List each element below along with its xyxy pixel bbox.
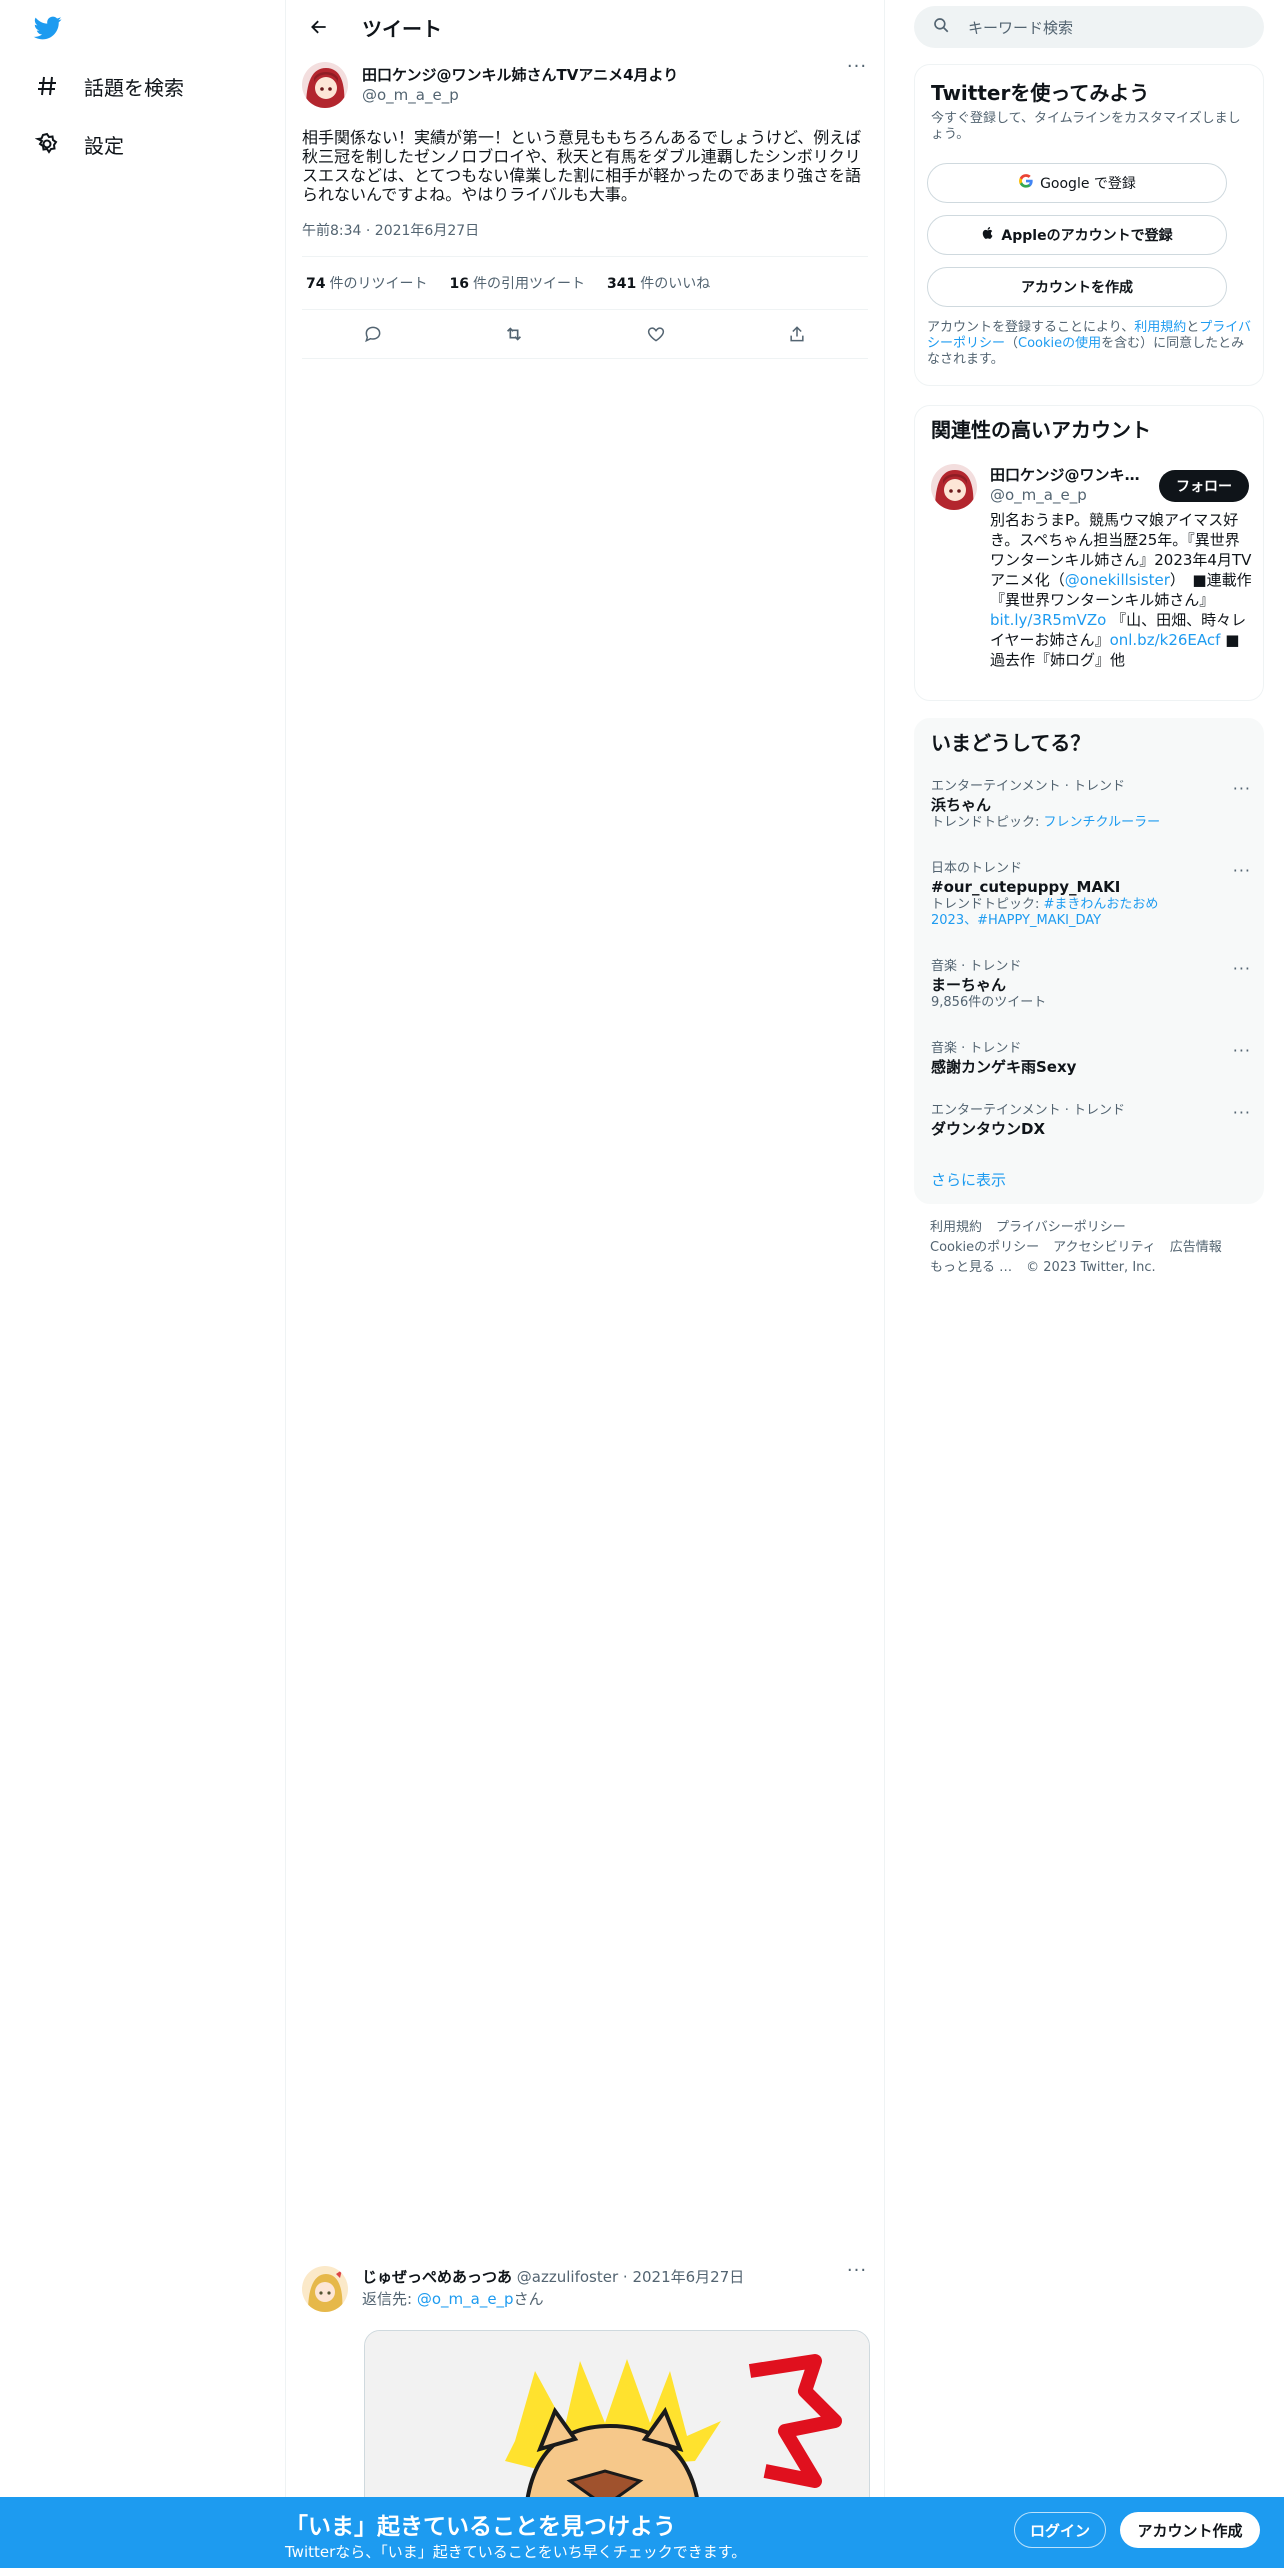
footer-link[interactable]: プライバシーポリシー [996,1220,1126,1235]
follow-button[interactable]: フォロー [1159,470,1249,502]
apple-icon [981,225,995,245]
signup-button[interactable]: アカウント作成 [1120,2512,1260,2548]
trend-item[interactable]: エンターテインメント · トレンド 浜ちゃん トレンドトピック: フレンチクルー… [931,779,1251,831]
bio-link[interactable]: bit.ly/3R5mVZo [990,611,1106,629]
nav-explore[interactable]: 話題を検索 [34,66,184,106]
more-options-icon[interactable]: ··· [1233,861,1251,880]
search-input[interactable]: キーワード検索 [914,6,1264,48]
more-options-icon[interactable]: ··· [1233,959,1251,978]
nav-settings-label: 設定 [84,133,124,158]
main-tweet: 田口ケンジ@ワンキル姉さんTVアニメ4月より @o_m_a_e_p ··· 相手… [286,58,884,359]
related-title: 関連性の高いアカウント [931,418,1151,442]
reply-author-name[interactable]: じゅぜっぺめあっつあ [362,2268,512,2286]
tweet-text: 相手関係ない！実績が第一！という意見ももちろんあるでしょうけど、例えば秋三冠を制… [302,128,862,204]
retweet-count[interactable]: 74 件のリツイート [306,273,427,293]
footer-link[interactable]: もっと見る … [930,1260,1012,1275]
like-count[interactable]: 341 件のいいね [607,273,710,293]
divider [302,358,868,359]
google-signup-label: Google で登録 [1040,176,1136,192]
related-account-name[interactable]: 田口ケンジ@ワンキル姉さんTVアニメ4月より [990,464,1140,485]
like-icon[interactable] [639,317,673,351]
google-icon [1018,173,1034,193]
author-name[interactable]: 田口ケンジ@ワンキル姉さんTVアニメ4月より [362,65,846,85]
quote-count[interactable]: 16 件の引用ツイート [449,273,584,293]
more-options-icon[interactable]: ··· [846,58,868,82]
footer-link[interactable]: Cookieのポリシー [930,1240,1039,1255]
apple-signup-button[interactable]: Appleのアカウントで登録 [927,215,1227,255]
reply-to-suffix: さん [513,2290,544,2308]
related-account-bio: 別名おうまP。競馬ウマ娘アイマス好き。スペちゃん担当歴25年。『異世界ワンターン… [990,511,1252,669]
gear-icon [34,131,60,157]
trend-item[interactable]: 日本のトレンド #our_cutepuppy_MAKI トレンドトピック: #ま… [931,861,1251,929]
signup-subtitle: 今すぐ登録して、タイムラインをカスタマイズしましょう。 [931,111,1241,142]
hashtag-icon [34,73,60,99]
bio-link[interactable]: onl.bz/k26EAcf [1110,631,1221,649]
header: ツイート [286,0,884,54]
left-navigation: 話題を検索 設定 [0,0,285,2568]
back-arrow-icon[interactable] [302,10,336,44]
footer-link[interactable]: アクセシビリティ [1053,1240,1156,1255]
avatar[interactable] [931,464,977,510]
related-account-handle[interactable]: @o_m_a_e_p [990,486,1087,504]
avatar[interactable] [302,2266,348,2312]
tweet-timestamp[interactable]: 午前8:34 · 2021年6月27日 [302,220,868,240]
reply-tweet[interactable]: じゅぜっぺめあっつあ @azzulifoster · 2021年6月27日 返信… [286,2262,884,2530]
google-signup-button[interactable]: Google で登録 [927,163,1227,203]
main-column: ツイート 田口ケンジ@ワンキル姉さんTVアニメ4月より @o_m_a_e_p ·… [285,0,885,2568]
author-handle[interactable]: @o_m_a_e_p [362,85,846,105]
trends-title: いまどうしてる？ [931,731,1091,755]
bio-link[interactable]: @onekillsister [1065,571,1170,589]
twitter-bird-icon[interactable] [32,14,64,42]
avatar[interactable] [302,62,348,108]
cookie-link[interactable]: Cookieの使用 [1018,336,1101,351]
apple-signup-label: Appleのアカウントで登録 [1001,228,1173,244]
related-accounts-card: 関連性の高いアカウント 田口ケンジ@ワンキル姉さんTVアニメ4月より @o_m_… [914,405,1264,701]
footer-link[interactable]: 広告情報 [1170,1240,1222,1255]
signup-terms: アカウントを登録することにより、利用規約とプライバシーポリシー（Cookieの使… [927,320,1252,367]
tweet-actions [302,310,868,358]
page-title: ツイート [362,16,442,41]
create-account-label: アカウントを作成 [1021,280,1133,296]
banner-title: 「いま」起きていることを見つけよう [285,2514,676,2540]
more-options-icon[interactable]: ··· [846,2262,868,2286]
trend-item[interactable]: 音楽 · トレンド 感謝カンゲキ雨Sexy ··· [931,1041,1251,1077]
search-icon [932,16,950,38]
more-options-icon[interactable]: ··· [1233,1103,1251,1122]
copyright: © 2023 Twitter, Inc. [1026,1260,1156,1275]
reply-to-prefix: 返信先: [362,2290,413,2308]
share-icon[interactable] [780,317,814,351]
retweet-icon[interactable] [497,317,531,351]
trends-card: いまどうしてる？ エンターテインメント · トレンド 浜ちゃん トレンドトピック… [914,718,1264,1204]
more-options-icon[interactable]: ··· [1233,1041,1251,1060]
trend-item[interactable]: 音楽 · トレンド まーちゃん 9,856件のツイート ··· [931,959,1251,1011]
trend-item[interactable]: エンターテインメント · トレンド ダウンタウンDX ··· [931,1103,1251,1139]
footer-link[interactable]: 利用規約 [930,1220,982,1235]
footer-links: 利用規約 プライバシーポリシー Cookieのポリシー アクセシビリティ 広告情報 も… [930,1218,1250,1278]
search-placeholder: キーワード検索 [968,18,1074,37]
signup-banner: 「いま」起きていることを見つけよう Twitterなら、「いま」起きていることを… [0,2497,1284,2568]
reply-date[interactable]: · 2021年6月27日 [623,2268,744,2286]
nav-settings[interactable]: 設定 [34,124,124,164]
signup-card: Twitterを使ってみよう 今すぐ登録して、タイムラインをカスタマイズしましょ… [914,64,1264,386]
reply-icon[interactable] [356,317,390,351]
login-button[interactable]: ログイン [1014,2512,1106,2548]
reply-author-handle[interactable]: @azzulifoster [517,2268,618,2286]
nav-explore-label: 話題を検索 [84,75,184,100]
banner-subtitle: Twitterなら、「いま」起きていることをいち早くチェックできます。 [285,2543,747,2561]
create-account-button[interactable]: アカウントを作成 [927,267,1227,307]
signup-title: Twitterを使ってみよう [931,81,1150,105]
tweet-stats: 74 件のリツイート 16 件の引用ツイート 341 件のいいね [302,257,868,309]
show-more-link[interactable]: さらに表示 [931,1169,1006,1190]
more-options-icon[interactable]: ··· [1233,779,1251,798]
terms-link[interactable]: 利用規約 [1134,320,1186,335]
reply-to-link[interactable]: @o_m_a_e_p [417,2290,514,2308]
